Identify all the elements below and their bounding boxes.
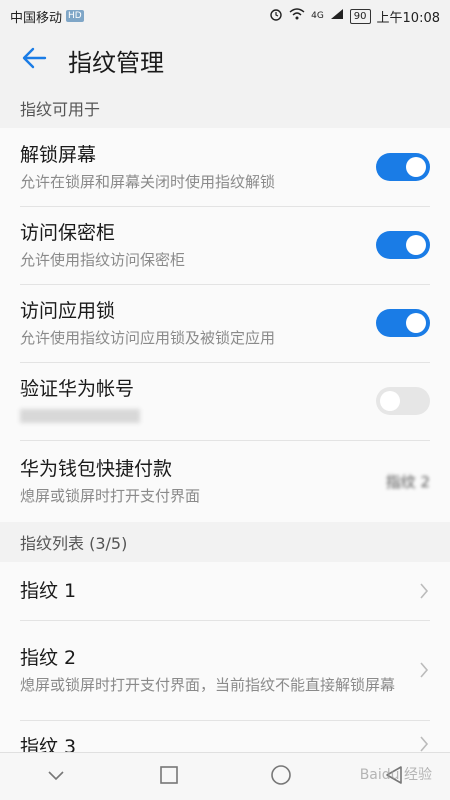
recents-button[interactable] — [139, 753, 199, 800]
row-subtitle: 允许在锁屏和屏幕关闭时使用指纹解锁 — [20, 172, 276, 191]
row-title: 访问保密柜 — [20, 221, 116, 244]
chevron-right-icon — [418, 581, 430, 601]
home-button[interactable] — [251, 753, 311, 800]
arrow-left-icon — [21, 47, 47, 73]
row-subtitle: 熄屏或锁屏时打开支付界面，当前指纹不能直接解锁屏幕 — [20, 675, 396, 694]
page-title: 指纹管理 — [68, 48, 164, 77]
section-header-usage: 指纹可用于 — [0, 88, 450, 128]
square-icon — [159, 765, 178, 788]
app-lock-toggle[interactable] — [376, 309, 430, 337]
fingerprint-list: 指纹 1 指纹 2 熄屏或锁屏时打开支付界面，当前指纹不能直接解锁屏幕 指纹 3 — [0, 562, 450, 760]
alarm-icon — [269, 7, 283, 25]
app-bar: 指纹管理 — [0, 32, 450, 88]
huawei-account-toggle[interactable] — [376, 387, 430, 415]
clock: 上午10:08 — [376, 10, 440, 26]
back-button[interactable] — [0, 32, 68, 88]
watermark: Baidu 经验 — [359, 767, 432, 783]
safe-toggle[interactable] — [376, 231, 430, 259]
row-title: 访问应用锁 — [20, 299, 116, 322]
hide-nav-button[interactable] — [26, 753, 86, 800]
row-title: 验证华为帐号 — [20, 377, 135, 400]
row-title: 华为钱包快捷付款 — [20, 457, 173, 480]
row-unlock-screen[interactable]: 解锁屏幕 允许在锁屏和屏幕关闭时使用指纹解锁 — [0, 128, 450, 206]
fingerprint-item-2[interactable]: 指纹 2 熄屏或锁屏时打开支付界面，当前指纹不能直接解锁屏幕 — [0, 620, 450, 720]
chevron-down-icon — [47, 767, 65, 786]
row-subtitle: 允许使用指纹访问应用锁及被锁定应用 — [20, 328, 276, 347]
section-header-list: 指纹列表 (3/5) — [0, 522, 450, 562]
row-subtitle: 允许使用指纹访问保密柜 — [20, 250, 186, 269]
chevron-right-icon — [418, 660, 430, 680]
row-huawei-account[interactable]: 验证华为帐号 — [0, 362, 450, 440]
chevron-right-icon — [418, 734, 430, 754]
usage-group: 解锁屏幕 允许在锁屏和屏幕关闭时使用指纹解锁 访问保密柜 允许使用指纹访问保密柜… — [0, 128, 450, 522]
battery-indicator: 90 — [349, 8, 371, 24]
row-subtitle: 熄屏或锁屏时打开支付界面 — [20, 486, 201, 505]
circle-icon — [270, 764, 292, 790]
unlock-screen-toggle[interactable] — [376, 153, 430, 181]
wallet-fingerprint-value: 指纹 2 — [385, 472, 430, 491]
network-type: 4G — [311, 11, 324, 21]
wifi-icon — [289, 8, 305, 24]
row-subtitle-redacted — [20, 408, 140, 423]
row-title: 指纹 2 — [20, 646, 77, 669]
row-title: 指纹 1 — [20, 580, 77, 602]
status-bar: 中国移动 HD 4G 90 上午10:08 — [0, 0, 450, 32]
hd-badge: HD — [66, 10, 84, 22]
signal-icon — [330, 8, 344, 24]
row-safe[interactable]: 访问保密柜 允许使用指纹访问保密柜 — [0, 206, 450, 284]
row-app-lock[interactable]: 访问应用锁 允许使用指纹访问应用锁及被锁定应用 — [0, 284, 450, 362]
row-wallet-pay[interactable]: 华为钱包快捷付款 熄屏或锁屏时打开支付界面 指纹 2 — [0, 440, 450, 522]
carrier-label: 中国移动 — [10, 10, 63, 26]
fingerprint-item-1[interactable]: 指纹 1 — [0, 562, 450, 620]
row-title: 解锁屏幕 — [20, 143, 97, 166]
